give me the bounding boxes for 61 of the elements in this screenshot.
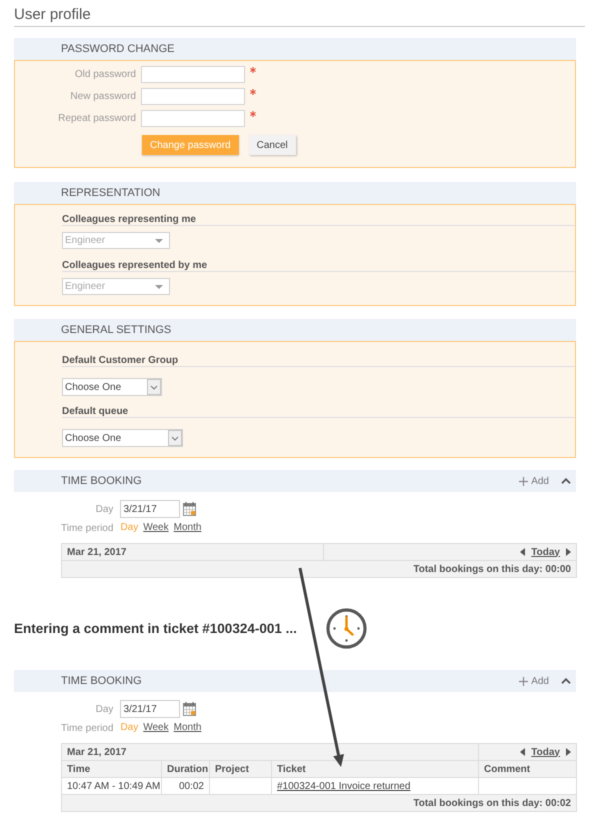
- field-label: Repeat password: [57, 113, 136, 124]
- chevron-up-icon[interactable]: [561, 678, 571, 684]
- caret-down-icon: [155, 238, 163, 242]
- page-title: User profile: [14, 6, 91, 23]
- period-link[interactable]: Week: [143, 522, 169, 534]
- date-field[interactable]: 3/21/17: [120, 500, 180, 518]
- period-link[interactable]: Month: [174, 522, 202, 534]
- column-header: Comment: [478, 760, 576, 778]
- ticket-link[interactable]: #100324-001 Invoice returned: [277, 780, 410, 792]
- section-title: GENERAL SETTINGS: [61, 324, 172, 336]
- plus-icon: [519, 676, 528, 686]
- field-label: Day: [94, 704, 114, 714]
- field-label: Day: [94, 504, 114, 514]
- password-field[interactable]: [141, 88, 245, 105]
- field-label: Time period: [61, 722, 114, 734]
- total-cell: Total bookings on this day: 00:02: [62, 794, 576, 812]
- today-link[interactable]: Today: [531, 746, 560, 758]
- add-button[interactable]: Add: [519, 676, 549, 686]
- period-link[interactable]: Week: [143, 722, 169, 734]
- calendar-icon[interactable]: [183, 702, 196, 716]
- password-field[interactable]: [141, 110, 245, 127]
- clock-icon: [326, 608, 367, 649]
- today-link[interactable]: Today: [531, 546, 560, 558]
- field-label: Old password: [74, 69, 136, 80]
- plus-icon: [519, 476, 528, 486]
- column-header: Project: [210, 760, 272, 778]
- caret-left-icon[interactable]: [520, 748, 526, 756]
- password-field[interactable]: [141, 66, 245, 83]
- caret-right-icon[interactable]: [566, 748, 571, 756]
- table-cell: 00:02: [162, 778, 210, 794]
- section-title: REPRESENTATION: [61, 187, 160, 199]
- select-field[interactable]: Choose One: [62, 378, 162, 396]
- section-title: TIME BOOKING: [61, 475, 142, 487]
- group-label: Default Customer Group: [62, 355, 178, 366]
- table-cell: 10:47 AM - 10:49 AM: [62, 778, 162, 794]
- secondary-button[interactable]: Cancel: [248, 135, 296, 155]
- column-header: Duration: [162, 760, 210, 778]
- group-label: Colleagues representing me: [62, 214, 196, 225]
- date-header-cell: Mar 21, 2017: [62, 744, 478, 760]
- chevron-up-icon[interactable]: [561, 478, 571, 484]
- period-link[interactable]: Month: [174, 722, 202, 734]
- caption-text: Entering a comment in ticket #100324-001 ...: [14, 621, 297, 636]
- chevron-down-icon: [168, 430, 182, 446]
- group-label: Colleagues represented by me: [62, 260, 208, 271]
- caret-right-icon[interactable]: [566, 548, 571, 556]
- field-label: Time period: [61, 522, 114, 534]
- column-header: Ticket: [272, 760, 478, 778]
- calendar-icon[interactable]: [183, 502, 196, 516]
- date-header-cell: Mar 21, 2017: [62, 544, 324, 560]
- caret-left-icon[interactable]: [520, 548, 526, 556]
- group-label: Default queue: [62, 406, 128, 417]
- add-button[interactable]: Add: [519, 476, 549, 486]
- total-cell: Total bookings on this day: 00:00: [62, 560, 576, 578]
- date-field[interactable]: 3/21/17: [120, 700, 180, 718]
- section-title: PASSWORD CHANGE: [61, 43, 174, 55]
- field-label: New password: [69, 91, 136, 102]
- caret-down-icon: [155, 284, 163, 288]
- column-header: Time: [62, 760, 162, 778]
- chevron-down-icon: [147, 379, 161, 395]
- select-field[interactable]: Choose One: [62, 429, 183, 447]
- section-title: TIME BOOKING: [61, 675, 142, 687]
